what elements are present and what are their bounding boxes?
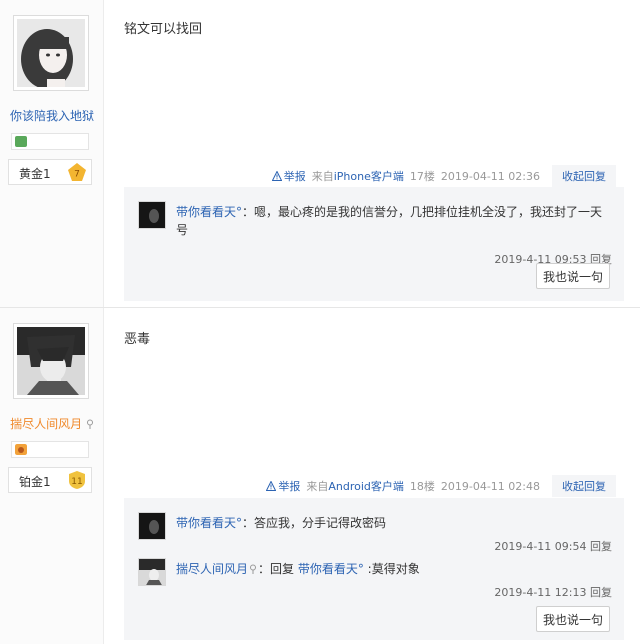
report-label: 举报 — [283, 170, 306, 183]
reply-box: 带你看看天°：答应我，分手记得改密码 2019-4-11 09:54 回复 揣尽… — [124, 498, 624, 640]
report-label: 举报 — [278, 480, 301, 493]
reply-avatar[interactable] — [138, 512, 166, 540]
level-shield-icon: 7 — [68, 163, 86, 181]
gender-icon — [250, 564, 257, 574]
say-something-button[interactable]: 我也说一句 — [536, 263, 610, 289]
reply-avatar-image — [139, 202, 165, 228]
reply-content: :莫得对象 — [363, 562, 420, 576]
reply-text: 揣尽人间风月 ：回复 带你看看天° :莫得对象 — [176, 560, 612, 578]
level-box[interactable]: 铂金1 11 — [8, 467, 92, 493]
report-link[interactable]: 举报 — [266, 478, 300, 494]
reply-username[interactable]: 揣尽人间风月 — [176, 562, 248, 576]
reply-username[interactable]: 带你看看天° — [176, 516, 242, 530]
level-shield-icon: 11 — [69, 471, 85, 489]
post-floor-18: 揣尽人间风月 铂金1 11 恶毒 举报 来自Android客户端 18楼 201… — [0, 307, 640, 644]
reply-item: 揣尽人间风月 ：回复 带你看看天° :莫得对象 2019-4-11 12:13 回… — [138, 558, 612, 599]
level-text: 黄金1 — [19, 167, 51, 181]
client-info: 来自iPhone客户端 — [312, 168, 404, 184]
say-something-button[interactable]: 我也说一句 — [536, 606, 610, 632]
client-link[interactable]: Android客户端 — [328, 480, 404, 493]
username[interactable]: 你该陪我入地狱 — [0, 107, 104, 124]
green-badge-icon[interactable] — [15, 136, 27, 147]
reply-link[interactable]: 回复 — [590, 586, 612, 599]
reply-separator: ： — [242, 516, 255, 530]
avatar-image — [17, 327, 85, 395]
post-time: 2019-04-11 02:36 — [440, 169, 540, 183]
reply-meta: 2019-4-11 12:13 回复 — [494, 584, 612, 600]
post-floor-17: 你该陪我入地狱 黄金1 7 铭文可以找回 举报 来自iPhone客户端 17楼 … — [0, 0, 640, 307]
avatar-image — [17, 19, 85, 89]
client-info: 来自Android客户端 — [306, 478, 404, 494]
reply-content: 答应我，分手记得改密码 — [254, 516, 387, 530]
client-prefix: 来自 — [306, 480, 329, 493]
floor-number: 17楼 — [409, 170, 435, 183]
reply-separator: ： — [242, 205, 255, 219]
level-box[interactable]: 黄金1 7 — [8, 159, 92, 185]
reply-avatar-image — [139, 513, 165, 539]
reply-box: 带你看看天°：嗯，最心疼的是我的信誉分，几把排位挂机全没了，我还封了一天号 20… — [124, 187, 624, 301]
post-content: 恶毒 — [124, 332, 151, 347]
client-prefix: 来自 — [311, 170, 334, 183]
reply-item: 带你看看天°：嗯，最心疼的是我的信誉分，几把排位挂机全没了，我还封了一天号 20… — [138, 201, 612, 271]
reply-time: 2019-4-11 12:13 — [494, 586, 587, 599]
reply-text: 带你看看天°：嗯，最心疼的是我的信誉分，几把排位挂机全没了，我还封了一天号 — [176, 203, 612, 239]
report-link[interactable]: 举报 — [271, 168, 306, 184]
reply-separator: ：回复 — [258, 562, 298, 576]
badge-row — [11, 133, 89, 150]
reply-link[interactable]: 回复 — [590, 540, 612, 553]
user-info-column: 揣尽人间风月 铂金1 11 — [0, 308, 104, 644]
reply-avatar[interactable] — [138, 201, 166, 229]
reply-username[interactable]: 带你看看天° — [176, 205, 242, 219]
post-time: 2019-04-11 02:48 — [440, 479, 540, 493]
reply-target-username[interactable]: 带你看看天° — [298, 562, 364, 576]
reply-avatar-image — [139, 559, 165, 585]
reply-meta: 2019-4-11 09:54 回复 — [494, 538, 612, 554]
avatar[interactable] — [13, 15, 89, 91]
fold-replies-button[interactable]: 收起回复 — [552, 165, 616, 187]
reply-avatar[interactable] — [138, 558, 166, 586]
username-text: 揣尽人间风月 — [10, 417, 83, 431]
badge-row — [11, 441, 89, 458]
fold-replies-button[interactable]: 收起回复 — [552, 475, 616, 497]
level-number: 11 — [71, 477, 82, 487]
post-meta: 举报 来自Android客户端 18楼 2019-04-11 02:48 收起回… — [266, 475, 616, 497]
avatar[interactable] — [13, 323, 89, 399]
client-link[interactable]: iPhone客户端 — [334, 170, 404, 183]
warning-icon — [271, 171, 282, 181]
floor-number: 18楼 — [409, 480, 435, 493]
level-text: 铂金1 — [19, 475, 51, 489]
game-badge-icon[interactable] — [15, 444, 27, 455]
reply-time: 2019-4-11 09:54 — [494, 540, 587, 553]
gender-icon — [86, 419, 93, 429]
warning-icon — [266, 481, 277, 491]
post-meta: 举报 来自iPhone客户端 17楼 2019-04-11 02:36 收起回复 — [271, 165, 616, 187]
username[interactable]: 揣尽人间风月 — [0, 415, 104, 432]
post-content: 铭文可以找回 — [124, 22, 203, 37]
user-info-column: 你该陪我入地狱 黄金1 7 — [0, 0, 104, 307]
level-number: 7 — [74, 170, 80, 180]
reply-item: 带你看看天°：答应我，分手记得改密码 2019-4-11 09:54 回复 — [138, 512, 612, 553]
reply-text: 带你看看天°：答应我，分手记得改密码 — [176, 514, 612, 532]
